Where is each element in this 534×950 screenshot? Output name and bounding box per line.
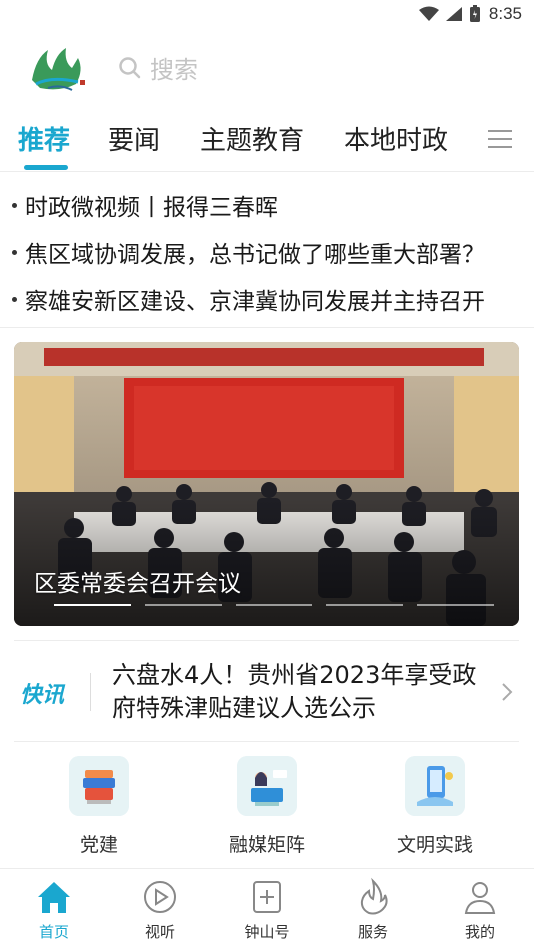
nav-label: 服务 bbox=[357, 923, 388, 941]
channel-tabs: 推荐 要闻 主题教育 本地时政 bbox=[0, 112, 534, 172]
quick-links: 党建 融媒矩阵 文明实践 bbox=[0, 752, 534, 862]
app-header: 搜索 bbox=[0, 36, 534, 100]
carousel-indicators bbox=[54, 604, 494, 608]
search-placeholder: 搜索 bbox=[150, 56, 198, 84]
status-time: 8:35 bbox=[488, 4, 522, 23]
nav-label: 视听 bbox=[144, 923, 175, 941]
nav-mine[interactable]: 我的 bbox=[440, 877, 520, 942]
search-bar[interactable]: 搜索 bbox=[118, 50, 198, 85]
active-tab-indicator bbox=[24, 165, 68, 170]
headline-list: 时政微视频丨报得三春晖 焦区域协调发展，总书记做了哪些重大部署？ 察雄安新区建设… bbox=[0, 180, 534, 328]
headline-item[interactable]: 焦区域协调发展，总书记做了哪些重大部署？ bbox=[12, 235, 522, 269]
flash-news-text: 六盘水4人！贵州省2023年享受政府特殊津贴建议人选公示 bbox=[112, 661, 477, 722]
nav-home[interactable]: 首页 bbox=[14, 877, 94, 942]
quick-link-label: 融媒矩阵 bbox=[228, 834, 305, 856]
signal-icon bbox=[445, 7, 462, 21]
play-icon bbox=[144, 881, 176, 913]
books-icon bbox=[69, 756, 129, 816]
tab-recommend[interactable]: 推荐 bbox=[18, 120, 70, 157]
flame-icon bbox=[360, 877, 388, 915]
divider bbox=[90, 673, 91, 711]
quick-link-label: 党建 bbox=[79, 834, 118, 856]
quick-link-party-building[interactable]: 党建 bbox=[44, 756, 154, 857]
nav-label: 我的 bbox=[464, 923, 495, 941]
tab-news[interactable]: 要闻 bbox=[108, 120, 160, 157]
quick-link-media-matrix[interactable]: 融媒矩阵 bbox=[212, 756, 322, 857]
bullet-icon bbox=[12, 250, 17, 255]
user-icon bbox=[464, 882, 496, 914]
banner-carousel[interactable]: 区委常委会召开会议 bbox=[14, 342, 519, 626]
quick-link-civilization-practice[interactable]: 文明实践 bbox=[380, 756, 490, 857]
status-bar: 8:35 bbox=[0, 0, 534, 28]
flash-news-logo: 快讯 bbox=[20, 683, 65, 708]
bullet-icon bbox=[12, 203, 17, 208]
carousel-dot bbox=[326, 604, 404, 606]
battery-icon bbox=[469, 5, 480, 22]
search-icon bbox=[119, 56, 141, 78]
chevron-right-icon bbox=[502, 683, 513, 701]
nav-zhongshan-account[interactable]: 钟山号 bbox=[227, 877, 307, 942]
quick-link-label: 文明实践 bbox=[396, 834, 473, 856]
app-logo[interactable] bbox=[26, 40, 88, 96]
carousel-dot bbox=[54, 604, 131, 606]
headline-item[interactable]: 察雄安新区建设、京津冀协同发展并主持召开 bbox=[12, 282, 522, 316]
nav-label: 钟山号 bbox=[244, 923, 290, 941]
tab-local-politics[interactable]: 本地时政 bbox=[344, 120, 448, 157]
bottom-navigation: 首页 视听 钟山号 服务 我的 bbox=[0, 868, 534, 950]
nav-audio-video[interactable]: 视听 bbox=[120, 877, 200, 942]
carousel-dot bbox=[235, 604, 313, 606]
carousel-dot bbox=[144, 604, 222, 606]
news-anchor-icon bbox=[237, 756, 297, 816]
nav-services[interactable]: 服务 bbox=[333, 877, 413, 942]
carousel-dot bbox=[417, 604, 494, 606]
menu-icon[interactable] bbox=[488, 128, 512, 150]
home-icon bbox=[38, 882, 70, 913]
add-square-icon bbox=[253, 881, 281, 913]
tab-theme-education[interactable]: 主题教育 bbox=[200, 120, 304, 157]
wifi-icon bbox=[418, 6, 439, 21]
headline-item[interactable]: 时政微视频丨报得三春晖 bbox=[12, 188, 522, 222]
bullet-icon bbox=[12, 297, 17, 302]
mobile-practice-icon bbox=[405, 756, 465, 816]
flash-news[interactable]: 快讯 六盘水4人！贵州省2023年享受政府特殊津贴建议人选公示 bbox=[14, 640, 519, 742]
banner-caption: 区委常委会召开会议 bbox=[34, 571, 241, 597]
nav-label: 首页 bbox=[38, 923, 69, 941]
